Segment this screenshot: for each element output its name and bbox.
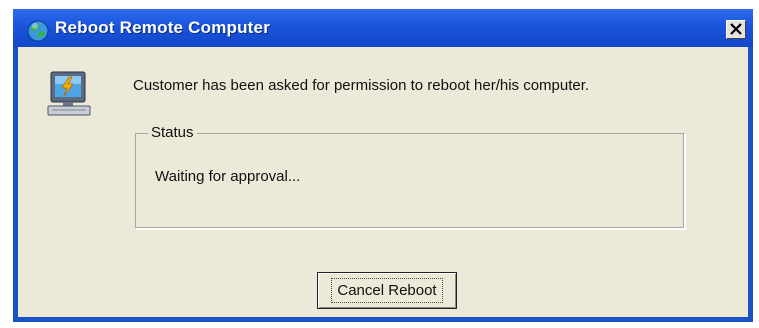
close-icon (730, 23, 742, 35)
status-groupbox: Status Waiting for approval... (135, 124, 685, 229)
reboot-dialog-window: Reboot Remote Computer Customer has been… (13, 9, 753, 322)
computer-reboot-icon (45, 68, 93, 118)
status-group-label: Status (148, 124, 197, 141)
globe-icon (27, 20, 49, 42)
title-bar[interactable]: Reboot Remote Computer (13, 9, 753, 47)
window-title: Reboot Remote Computer (55, 18, 271, 37)
permission-message: Customer has been asked for permission t… (133, 77, 590, 94)
status-text: Waiting for approval... (155, 168, 301, 185)
close-button[interactable] (726, 20, 746, 39)
cancel-reboot-button[interactable]: Cancel Reboot (317, 272, 457, 309)
cancel-reboot-label: Cancel Reboot (331, 278, 443, 303)
dialog-body: Customer has been asked for permission t… (18, 47, 748, 317)
